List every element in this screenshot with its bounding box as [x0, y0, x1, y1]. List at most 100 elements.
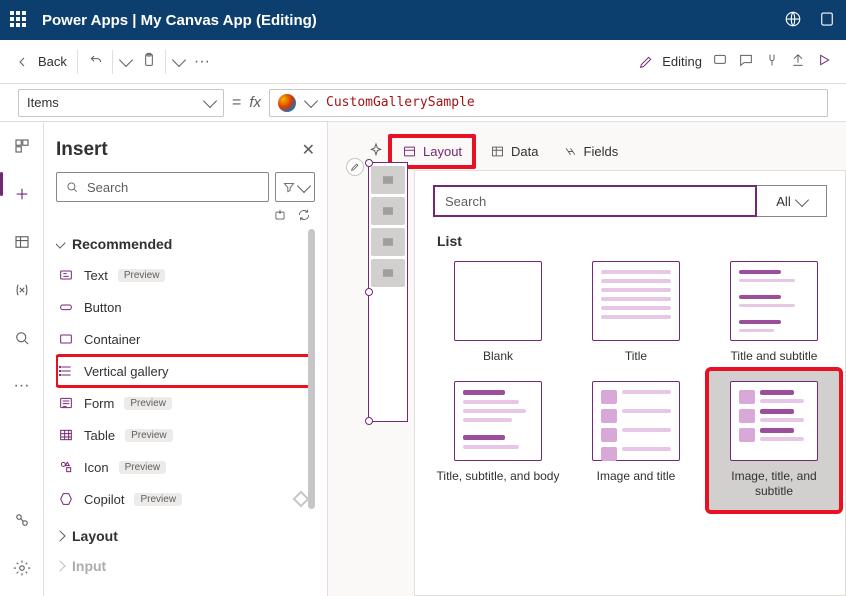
item-label: Icon: [84, 460, 109, 475]
editing-mode-button[interactable]: Editing: [638, 54, 702, 70]
flyout-section-list: List: [437, 233, 827, 249]
chevron-down-icon: [203, 94, 217, 108]
layout-card-image-title[interactable]: Image and title: [571, 381, 701, 510]
rail-settings[interactable]: [6, 552, 38, 584]
filter-label: All: [776, 194, 790, 209]
help-icon[interactable]: [818, 10, 836, 31]
more-button[interactable]: ···: [194, 53, 210, 71]
item-label: Form: [84, 396, 114, 411]
section-label: Recommended: [72, 236, 172, 252]
section-label: Input: [72, 558, 106, 574]
editing-label: Editing: [662, 54, 702, 69]
rail-more[interactable]: ···: [6, 370, 38, 402]
edit-pencil-icon[interactable]: [346, 158, 364, 176]
pin-icon[interactable]: [368, 142, 384, 161]
insert-item-button[interactable]: Button: [56, 291, 315, 323]
insert-panel: Insert ✕ Search Recommended: [44, 122, 328, 596]
card-label: Blank: [483, 349, 513, 365]
insert-item-icon[interactable]: Icon Preview: [56, 451, 315, 483]
resize-handle[interactable]: [365, 159, 373, 167]
insert-search-input[interactable]: Search: [56, 172, 269, 202]
tab-data[interactable]: Data: [480, 138, 548, 165]
insert-item-table[interactable]: Table Preview: [56, 419, 315, 451]
insert-title: Insert: [56, 139, 108, 161]
left-rail: ···: [0, 122, 44, 596]
app-launcher-icon[interactable]: [10, 11, 28, 29]
checker-button[interactable]: [764, 52, 780, 71]
section-input[interactable]: Input: [56, 551, 315, 581]
undo-dropdown[interactable]: [121, 58, 131, 65]
layout-card-title-subtitle-body[interactable]: Title, subtitle, and body: [433, 381, 563, 510]
chevron-down-icon[interactable]: [304, 94, 318, 108]
item-label: Button: [84, 300, 122, 315]
section-recommended[interactable]: Recommended: [56, 229, 315, 259]
preview-badge: Preview: [119, 461, 167, 474]
preview-badge: Preview: [124, 397, 172, 410]
paste-dropdown[interactable]: [174, 58, 184, 65]
resize-handle[interactable]: [365, 417, 373, 425]
item-label: Container: [84, 332, 140, 347]
insert-filter-button[interactable]: [275, 172, 315, 202]
layout-card-blank[interactable]: Blank: [433, 261, 563, 365]
play-button[interactable]: [816, 52, 832, 71]
insert-item-vertical-gallery[interactable]: Vertical gallery: [56, 355, 315, 387]
preview-badge: Preview: [125, 429, 173, 442]
layout-filter-dropdown[interactable]: All: [757, 185, 827, 217]
gallery-item-thumb: [371, 228, 405, 256]
command-bar: Back ··· Editing: [0, 40, 846, 84]
card-label: Image, title, and subtitle: [719, 469, 829, 500]
section-layout[interactable]: Layout: [56, 521, 315, 551]
insert-item-text[interactable]: Text Preview: [56, 259, 315, 291]
resize-handle[interactable]: [365, 288, 373, 296]
search-placeholder: Search: [445, 194, 486, 209]
item-label: Table: [84, 428, 115, 443]
app-header: Power Apps | My Canvas App (Editing): [0, 0, 846, 40]
refresh-icon[interactable]: [297, 208, 311, 225]
rail-tree-view[interactable]: [6, 130, 38, 162]
card-label: Title and subtitle: [731, 349, 818, 365]
property-name: Items: [27, 95, 59, 110]
canvas[interactable]: Layout Data Fields: [328, 122, 846, 596]
back-button[interactable]: Back: [14, 54, 67, 70]
share-button[interactable]: [790, 52, 806, 71]
formula-input[interactable]: CustomGallerySample: [269, 89, 828, 117]
insert-item-copilot[interactable]: Copilot Preview: [56, 483, 315, 515]
rail-tools[interactable]: [6, 504, 38, 536]
tab-label: Layout: [423, 144, 462, 159]
paste-button[interactable]: [141, 52, 157, 71]
undo-button[interactable]: [88, 52, 104, 71]
gallery-item-thumb: [371, 259, 405, 287]
chat-button[interactable]: [738, 52, 754, 71]
tab-layout[interactable]: Layout: [392, 138, 472, 165]
scrollbar[interactable]: [308, 229, 315, 509]
card-label: Title: [625, 349, 647, 365]
back-label: Back: [38, 54, 67, 69]
property-selector[interactable]: Items: [18, 89, 224, 117]
layout-card-title-subtitle[interactable]: Title and subtitle: [709, 261, 839, 365]
rail-variables[interactable]: [6, 274, 38, 306]
formula-text: CustomGallerySample: [326, 95, 475, 110]
layout-card-title[interactable]: Title: [571, 261, 701, 365]
environment-icon[interactable]: [784, 10, 802, 31]
preview-badge: Preview: [134, 493, 182, 506]
import-component-icon[interactable]: [273, 208, 287, 225]
insert-item-form[interactable]: Form Preview: [56, 387, 315, 419]
tab-label: Data: [511, 144, 538, 159]
rail-insert[interactable]: [6, 178, 38, 210]
gallery-control[interactable]: [368, 162, 408, 422]
preview-badge: Preview: [118, 269, 166, 282]
insert-item-container[interactable]: Container: [56, 323, 315, 355]
comments-button[interactable]: [712, 52, 728, 71]
item-label: Vertical gallery: [84, 364, 169, 379]
rail-data[interactable]: [6, 226, 38, 258]
close-icon[interactable]: ✕: [302, 140, 315, 160]
fx-label: fx: [249, 94, 261, 111]
layout-card-image-title-subtitle[interactable]: Image, title, and subtitle: [709, 371, 839, 510]
main-area: ··· Insert ✕ Search: [0, 122, 846, 596]
app-title: Power Apps | My Canvas App (Editing): [42, 12, 770, 29]
layout-search-input[interactable]: Search: [433, 185, 757, 217]
copilot-icon[interactable]: [278, 94, 296, 112]
rail-search[interactable]: [6, 322, 38, 354]
tab-fields[interactable]: Fields: [553, 138, 629, 165]
tab-label: Fields: [584, 144, 619, 159]
